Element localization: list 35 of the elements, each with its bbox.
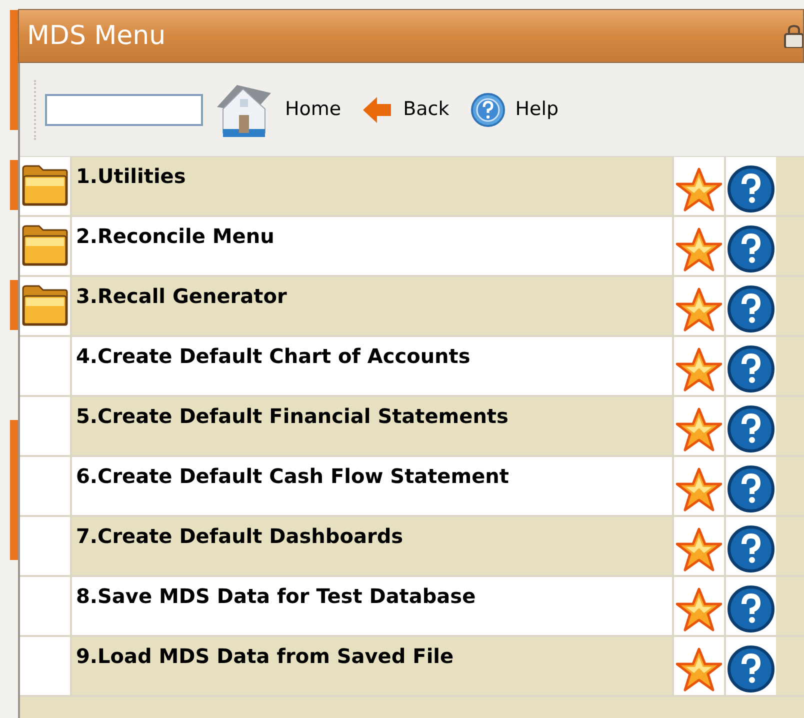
search-field[interactable] bbox=[45, 94, 203, 126]
star-icon[interactable] bbox=[676, 227, 722, 273]
menu-item[interactable]: 8.Save MDS Data for Test Database bbox=[72, 577, 672, 635]
help-icon[interactable] bbox=[727, 645, 775, 693]
star-icon[interactable] bbox=[676, 587, 722, 633]
help-icon bbox=[471, 92, 506, 126]
window-edge bbox=[10, 280, 18, 330]
folder-icon bbox=[21, 283, 69, 327]
help-icon[interactable] bbox=[727, 345, 775, 393]
menu-item[interactable]: 4.Create Default Chart of Accounts bbox=[72, 337, 672, 395]
folder-icon bbox=[21, 163, 69, 207]
help-icon[interactable] bbox=[727, 285, 775, 333]
left-arrow-icon bbox=[363, 96, 394, 122]
help-icon[interactable] bbox=[727, 465, 775, 513]
star-icon[interactable] bbox=[676, 647, 722, 693]
lock-icon[interactable] bbox=[783, 24, 803, 48]
help-icon[interactable] bbox=[727, 525, 775, 573]
toolbar-button[interactable]: Back bbox=[357, 95, 456, 124]
help-icon[interactable] bbox=[727, 405, 775, 453]
toolbar-button[interactable]: Help bbox=[465, 92, 565, 126]
menu-item[interactable]: 2.Reconcile Menu bbox=[72, 217, 672, 275]
menu-item[interactable]: 6.Create Default Cash Flow Statement bbox=[72, 457, 672, 515]
star-icon[interactable] bbox=[676, 347, 722, 393]
window-edge bbox=[10, 160, 18, 210]
star-icon[interactable] bbox=[676, 467, 722, 513]
star-icon[interactable] bbox=[676, 287, 722, 333]
star-icon[interactable] bbox=[676, 407, 722, 453]
help-icon[interactable] bbox=[727, 585, 775, 633]
star-icon[interactable] bbox=[676, 527, 722, 573]
folder-icon bbox=[21, 223, 69, 267]
help-icon[interactable] bbox=[727, 165, 775, 213]
window-title: MDS Menu bbox=[26, 20, 166, 52]
help-icon[interactable] bbox=[727, 225, 775, 273]
toolbar-button[interactable]: Home bbox=[207, 80, 348, 138]
star-icon[interactable] bbox=[676, 167, 722, 213]
